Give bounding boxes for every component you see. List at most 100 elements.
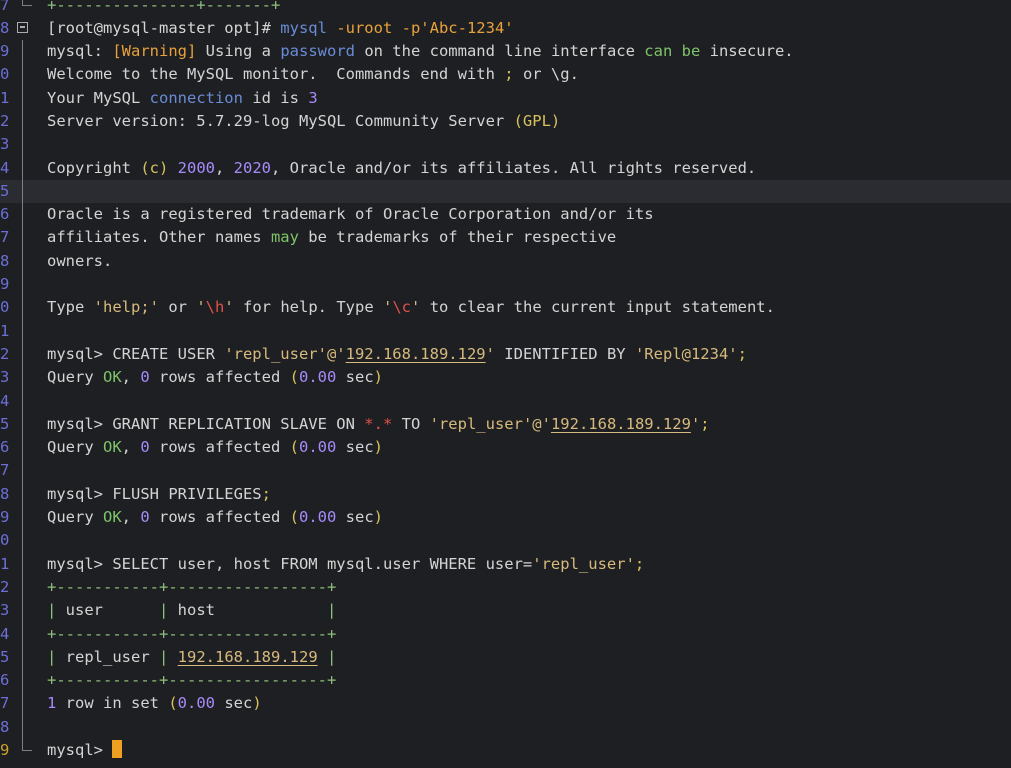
mysql-prompt: mysql> xyxy=(47,414,113,433)
table-cell-user: repl_user xyxy=(65,647,159,666)
output-text: Query xyxy=(47,368,103,387)
fold-line xyxy=(22,342,24,367)
terminal-line-input[interactable]: 9 mysql> xyxy=(0,739,1011,762)
fold-gutter xyxy=(15,0,33,17)
text-cursor[interactable] xyxy=(112,740,123,758)
line-number: 2 xyxy=(0,577,10,596)
fold-line xyxy=(22,715,24,739)
line-number: 4 xyxy=(0,624,10,643)
sql-text: SELECT user, host FROM mysql.user WHERE … xyxy=(112,554,533,573)
quote: ' xyxy=(411,298,421,317)
output-text: sec xyxy=(336,438,374,457)
keyword-password: password xyxy=(280,42,355,61)
fold-line xyxy=(22,436,24,460)
output-text: , Oracle and/or its affiliates. All righ… xyxy=(271,158,757,177)
line-number: 1 xyxy=(0,88,10,107)
output-text: to clear the current input statement. xyxy=(420,298,775,317)
ip-address[interactable]: 192.168.189.129 xyxy=(551,415,691,433)
output-text: Type xyxy=(47,298,94,317)
table-bar: | xyxy=(327,647,337,666)
sql-text: CREATE USER xyxy=(112,344,225,363)
output-text: , xyxy=(121,508,141,527)
ip-address[interactable]: 192.168.189.129 xyxy=(346,345,486,363)
terminal-line: 7 1 row in set (0.00 sec) xyxy=(0,692,1011,716)
fold-line xyxy=(22,249,24,274)
line-number: 7 xyxy=(0,228,10,247)
output-text: rows affected xyxy=(149,508,290,527)
quote: ' xyxy=(224,298,234,317)
fold-line xyxy=(22,133,24,157)
line-number: 7 xyxy=(0,461,10,480)
fold-line xyxy=(22,459,24,483)
terminal-line: 1 Your MySQL connection id is 3 xyxy=(0,86,1011,110)
table-bar: | xyxy=(159,647,178,666)
output-text: be trademarks of their respective xyxy=(298,228,617,247)
output-text: sec xyxy=(336,368,374,387)
line-number: 8 xyxy=(0,251,10,270)
fold-line xyxy=(22,63,24,87)
terminal-line: 9 Query OK, 0 rows affected (0.00 sec) xyxy=(0,506,1011,530)
terminal-line: 3 | user | host | xyxy=(0,599,1011,623)
query-ok: OK xyxy=(103,368,122,387)
line-number: 9 xyxy=(0,275,10,294)
query-ok: OK xyxy=(103,508,122,527)
output-text: on the command line interface xyxy=(354,42,645,61)
terminal-line: 4 Copyright (c) 2000, 2020, Oracle and/o… xyxy=(0,156,1011,180)
paren: ( xyxy=(289,508,300,527)
sql-text: TO xyxy=(392,414,430,433)
terminal-line: 3 xyxy=(0,133,1011,157)
line-number: 5 xyxy=(0,647,10,666)
sql-semicolon: ; xyxy=(737,344,747,363)
terminal-line: 2 Server version: 5.7.29-log MySQL Commu… xyxy=(0,109,1011,134)
table-border: +-----------+-----------------+ xyxy=(47,624,337,643)
query-time: 0.00 xyxy=(299,368,337,387)
output-text: or xyxy=(159,298,197,317)
table-bar: | xyxy=(159,601,178,620)
server-license: (GPL) xyxy=(513,111,561,130)
command-name: mysql xyxy=(280,18,327,37)
fold-line xyxy=(22,40,24,64)
sql-semicolon: ; xyxy=(634,554,645,573)
terminal-line: 0 xyxy=(0,529,1011,553)
fold-line xyxy=(22,203,24,227)
terminal-line: 2 mysql> CREATE USER 'repl_user'@'192.16… xyxy=(0,342,1011,367)
sql-string: @' xyxy=(532,414,551,433)
rows-count: 0 xyxy=(140,508,150,527)
fold-line xyxy=(22,575,24,600)
terminal-line: 7 affiliates. Other names may be tradema… xyxy=(0,226,1011,250)
sql-string: 'repl_user' xyxy=(224,344,327,363)
fold-line xyxy=(22,156,24,180)
keyword-can: can xyxy=(644,42,673,61)
mysql-prompt: mysql> xyxy=(47,484,113,503)
output-text: , xyxy=(215,158,234,177)
table-header-host: host xyxy=(177,601,327,620)
sql-string: ' xyxy=(690,414,701,433)
output-text: Welcome to the MySQL monitor. Commands e… xyxy=(47,65,505,84)
fold-gutter[interactable] xyxy=(15,17,33,40)
paren: ) xyxy=(252,694,262,713)
line-number: 0 xyxy=(0,298,10,317)
output-semicolon: ; xyxy=(504,65,514,84)
line-number: 3 xyxy=(0,368,10,387)
line-number: 1 xyxy=(0,321,10,340)
terminal-window[interactable]: 7 +---------------+-------+ 8 [root@mysq… xyxy=(0,0,1011,768)
fold-line xyxy=(22,86,24,110)
line-number: 5 xyxy=(0,414,10,433)
paren: ) xyxy=(373,508,384,527)
fold-line xyxy=(22,226,24,250)
fold-line xyxy=(22,506,24,530)
output-text: Server version: 5.7.29-log MySQL Communi… xyxy=(47,111,514,130)
line-number: 8 xyxy=(0,484,10,503)
table-cell-host[interactable]: 192.168.189.129 xyxy=(178,648,318,666)
collapse-icon[interactable] xyxy=(17,21,28,33)
keyword-may: may xyxy=(270,228,299,247)
table-border: +-----------+-----------------+ xyxy=(47,577,337,596)
paren: ( xyxy=(289,438,300,457)
rows-count: 1 xyxy=(47,694,57,713)
quote: ' xyxy=(196,298,206,317)
line-number: 1 xyxy=(0,554,10,573)
sql-semicolon: ; xyxy=(700,414,710,433)
terminal-line: 9 mysql: [Warning] Using a password on t… xyxy=(0,40,1011,64)
